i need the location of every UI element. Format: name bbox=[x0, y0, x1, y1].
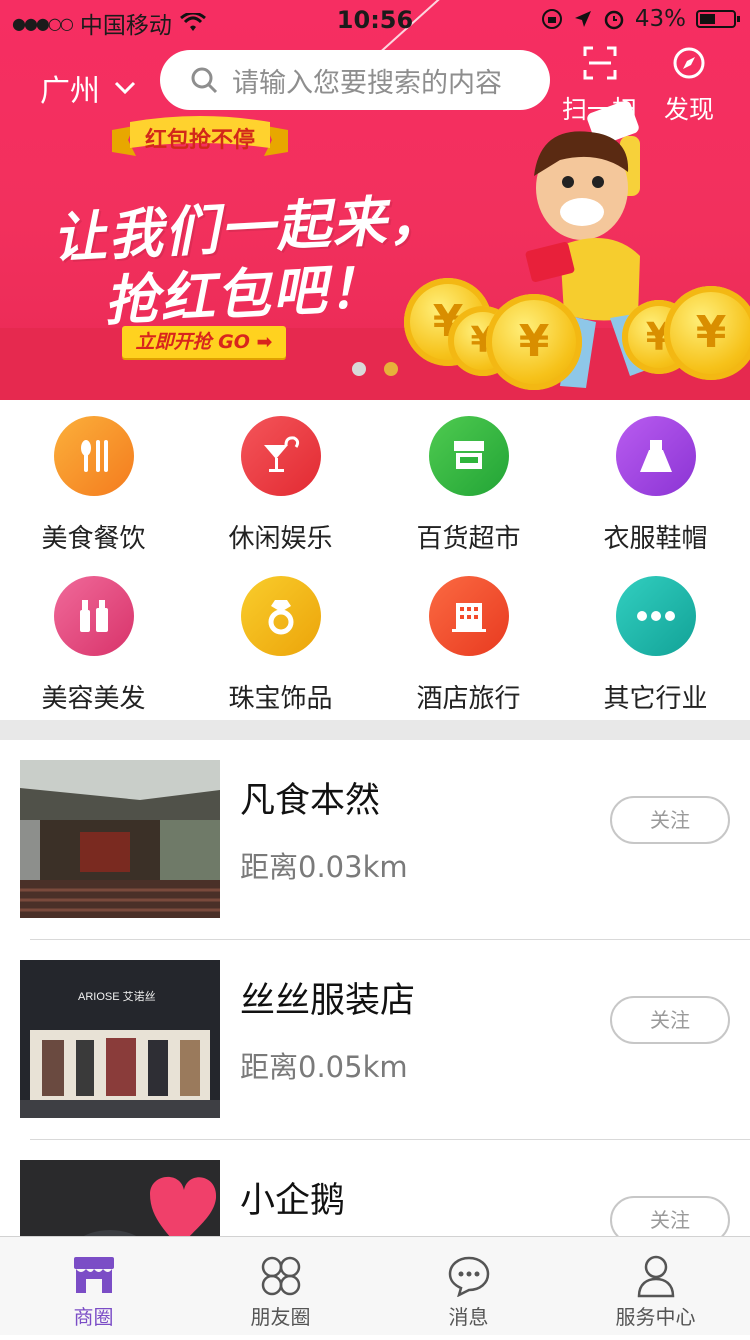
shop-name: 小企鹅 bbox=[240, 1181, 346, 1221]
category-label: 酒店旅行 bbox=[416, 684, 521, 714]
chevron-down-icon bbox=[114, 81, 136, 95]
hotel-icon bbox=[428, 576, 509, 656]
category-supermarket[interactable]: 百货超市 bbox=[375, 416, 562, 555]
cosmetics-icon bbox=[53, 576, 134, 656]
shop-list-item[interactable]: ARIOSE 艾诺丝 丝丝服装店 距离0.05km 关注 bbox=[0, 940, 750, 1140]
dress-icon bbox=[615, 416, 696, 496]
follow-button[interactable]: 关注 bbox=[610, 996, 730, 1044]
battery-icon bbox=[696, 10, 740, 28]
cocktail-icon bbox=[240, 416, 321, 496]
more-icon bbox=[615, 576, 696, 656]
category-food[interactable]: 美食餐饮 bbox=[0, 416, 187, 555]
banner-cta-button[interactable]: 立即开抢 GO ➡ bbox=[122, 326, 286, 358]
status-right: 43% bbox=[541, 6, 740, 32]
status-bar: ●●●○○ 中国移动 10:56 43% bbox=[0, 0, 750, 40]
city-selector[interactable]: 广州 bbox=[40, 66, 136, 110]
ring-icon bbox=[240, 576, 321, 656]
banner-slogan-line2: 抢红包吧！ bbox=[102, 255, 386, 334]
tab-label: 朋友圈 bbox=[250, 1305, 311, 1329]
section-separator bbox=[0, 720, 750, 740]
search-icon bbox=[191, 67, 218, 94]
search-placeholder[interactable]: 请输入您要搜索的内容 bbox=[232, 61, 502, 100]
tab-label: 商圈 bbox=[73, 1305, 114, 1329]
promo-banner[interactable]: ●●●○○ 中国移动 10:56 43% 广州 请输入您要搜索的内容 扫一扫 发… bbox=[0, 0, 750, 400]
chat-bubble-icon bbox=[448, 1256, 489, 1297]
compass-icon bbox=[673, 47, 705, 79]
alarm-icon bbox=[604, 10, 624, 30]
tab-messages[interactable]: 消息 bbox=[375, 1237, 562, 1335]
banner-ribbon: 红包抢不停 bbox=[112, 116, 288, 162]
tab-label: 消息 bbox=[448, 1305, 489, 1329]
tab-label: 服务中心 bbox=[615, 1305, 696, 1329]
shop-icon bbox=[73, 1257, 114, 1293]
user-icon bbox=[637, 1255, 674, 1298]
shop-distance: 距离0.05km bbox=[240, 1050, 408, 1084]
location-arrow-icon bbox=[574, 11, 591, 27]
category-label: 珠宝饰品 bbox=[228, 684, 333, 714]
rotation-lock-icon bbox=[541, 9, 562, 29]
category-jewelry[interactable]: 珠宝饰品 bbox=[187, 576, 374, 715]
tab-service-center[interactable]: 服务中心 bbox=[562, 1237, 749, 1335]
category-label: 其它行业 bbox=[603, 684, 708, 714]
scan-icon bbox=[583, 46, 616, 80]
tab-moments[interactable]: 朋友圈 bbox=[187, 1237, 374, 1335]
coin-decor: ¥ bbox=[486, 294, 582, 390]
category-grid: 美食餐饮 休闲娱乐 百货超市 衣服鞋帽 美容美发 珠宝饰品 酒店旅行 其它行业 bbox=[0, 400, 750, 720]
shop-sign-text: ARIOSE 艾诺丝 bbox=[78, 990, 156, 1003]
follow-button[interactable]: 关注 bbox=[610, 796, 730, 844]
coin-decor: ¥ bbox=[664, 286, 750, 380]
category-clothing[interactable]: 衣服鞋帽 bbox=[562, 416, 749, 555]
bottom-tab-bar: 商圈 朋友圈 消息 服务中心 bbox=[0, 1236, 750, 1335]
carousel-dot-active[interactable] bbox=[384, 362, 398, 376]
store-icon bbox=[428, 416, 509, 496]
category-label: 美容美发 bbox=[41, 684, 146, 714]
category-label: 百货超市 bbox=[416, 524, 521, 554]
search-bar[interactable]: 请输入您要搜索的内容 bbox=[160, 50, 550, 110]
category-entertainment[interactable]: 休闲娱乐 bbox=[187, 416, 374, 555]
utensils-icon bbox=[53, 416, 134, 496]
shop-name: 凡食本然 bbox=[240, 781, 381, 821]
shop-thumbnail: ARIOSE 艾诺丝 bbox=[20, 960, 220, 1118]
category-beauty[interactable]: 美容美发 bbox=[0, 576, 187, 715]
tab-shop-circle[interactable]: 商圈 bbox=[0, 1237, 187, 1335]
category-label: 休闲娱乐 bbox=[228, 524, 333, 554]
category-label: 衣服鞋帽 bbox=[603, 524, 708, 554]
city-label: 广州 bbox=[40, 74, 100, 109]
category-other[interactable]: 其它行业 bbox=[562, 576, 749, 715]
shop-distance: 距离0.03km bbox=[240, 850, 408, 884]
category-label: 美食餐饮 bbox=[41, 524, 146, 554]
ribbon-text: 红包抢不停 bbox=[144, 128, 255, 153]
clover-icon bbox=[261, 1256, 300, 1296]
category-hotel[interactable]: 酒店旅行 bbox=[375, 576, 562, 715]
shop-name: 丝丝服装店 bbox=[240, 981, 416, 1021]
carousel-dot[interactable] bbox=[352, 362, 366, 376]
shop-list-item[interactable]: 凡食本然 距离0.03km 关注 bbox=[0, 740, 750, 940]
battery-percent: 43% bbox=[634, 6, 686, 32]
shop-thumbnail bbox=[20, 760, 220, 918]
